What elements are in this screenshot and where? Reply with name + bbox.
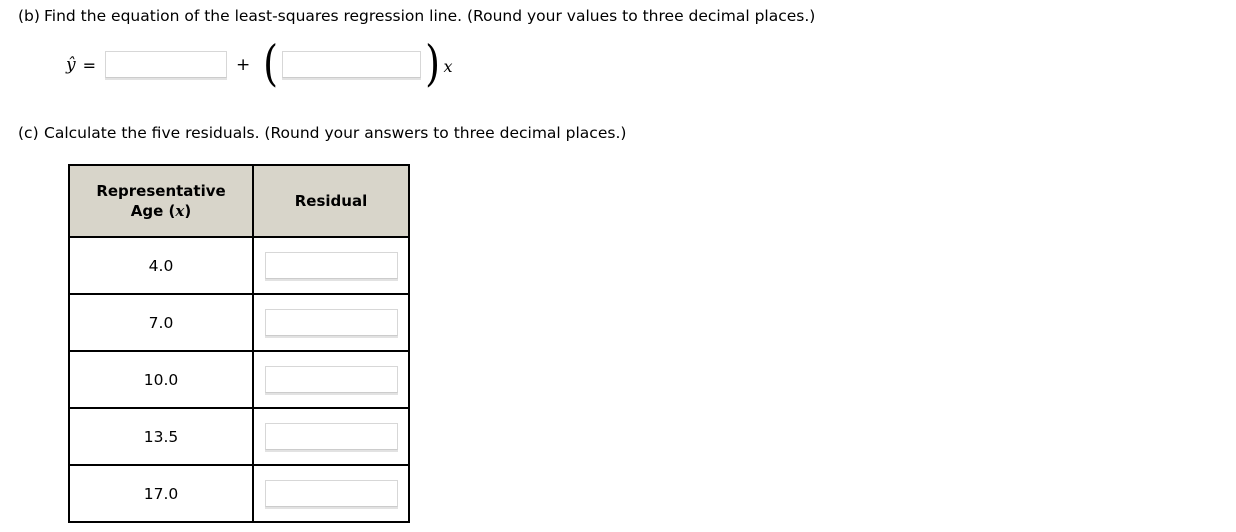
header-age-variable: x (175, 202, 185, 220)
residual-table: Representative Age (x) Residual 4.0 7.0 (68, 164, 410, 523)
x-variable-symbol: x (443, 56, 453, 76)
intercept-input[interactable] (105, 50, 228, 78)
part-b-label: (b) (18, 7, 40, 25)
residual-input-4[interactable] (264, 423, 398, 450)
y-hat-symbol: ŷ (66, 54, 76, 75)
cell-age: 10.0 (68, 350, 254, 409)
cell-residual (252, 293, 410, 352)
cell-residual (252, 236, 410, 295)
residual-input-2[interactable] (264, 309, 398, 336)
question-part-c: (c) Calculate the five residuals. (Round… (0, 123, 626, 143)
residual-table-head: Representative Age (x) Residual (68, 164, 410, 238)
part-b-prompt: Find the equation of the least-squares r… (44, 7, 816, 25)
equals-sign: = (82, 55, 97, 75)
regression-equation-row: ŷ = + ( ) x (66, 35, 453, 92)
residual-input-5[interactable] (264, 480, 398, 507)
part-c-label: (c) (18, 124, 39, 142)
cell-age: 13.5 (68, 407, 254, 466)
part-c-prompt: Calculate the five residuals. (Round you… (44, 124, 627, 142)
table-row: 17.0 (68, 464, 410, 523)
residual-table-body: 4.0 7.0 10.0 13.5 17.0 (68, 236, 410, 523)
residual-input-3[interactable] (264, 366, 398, 393)
header-age-line2-suffix: ) (184, 202, 192, 220)
table-row: 4.0 (68, 236, 410, 295)
header-age-line1: Representative (96, 182, 226, 200)
table-row: 7.0 (68, 293, 410, 352)
table-header-row: Representative Age (x) Residual (68, 164, 410, 238)
cell-residual (252, 350, 410, 409)
residual-input-1[interactable] (264, 252, 398, 279)
cell-residual (252, 407, 410, 466)
header-age-line2-prefix: Age ( (130, 202, 176, 220)
residual-table-container: Representative Age (x) Residual 4.0 7.0 (68, 164, 410, 523)
cell-age: 4.0 (68, 236, 254, 295)
plus-sign: + (236, 55, 251, 75)
cell-age: 17.0 (68, 464, 254, 523)
column-header-residual: Residual (252, 164, 410, 238)
question-part-b: (b) Find the equation of the least-squar… (0, 6, 815, 26)
table-row: 13.5 (68, 407, 410, 466)
cell-age: 7.0 (68, 293, 254, 352)
column-header-representative-age: Representative Age (x) (68, 164, 254, 238)
slope-input[interactable] (282, 50, 422, 78)
cell-residual (252, 464, 410, 523)
table-row: 10.0 (68, 350, 410, 409)
